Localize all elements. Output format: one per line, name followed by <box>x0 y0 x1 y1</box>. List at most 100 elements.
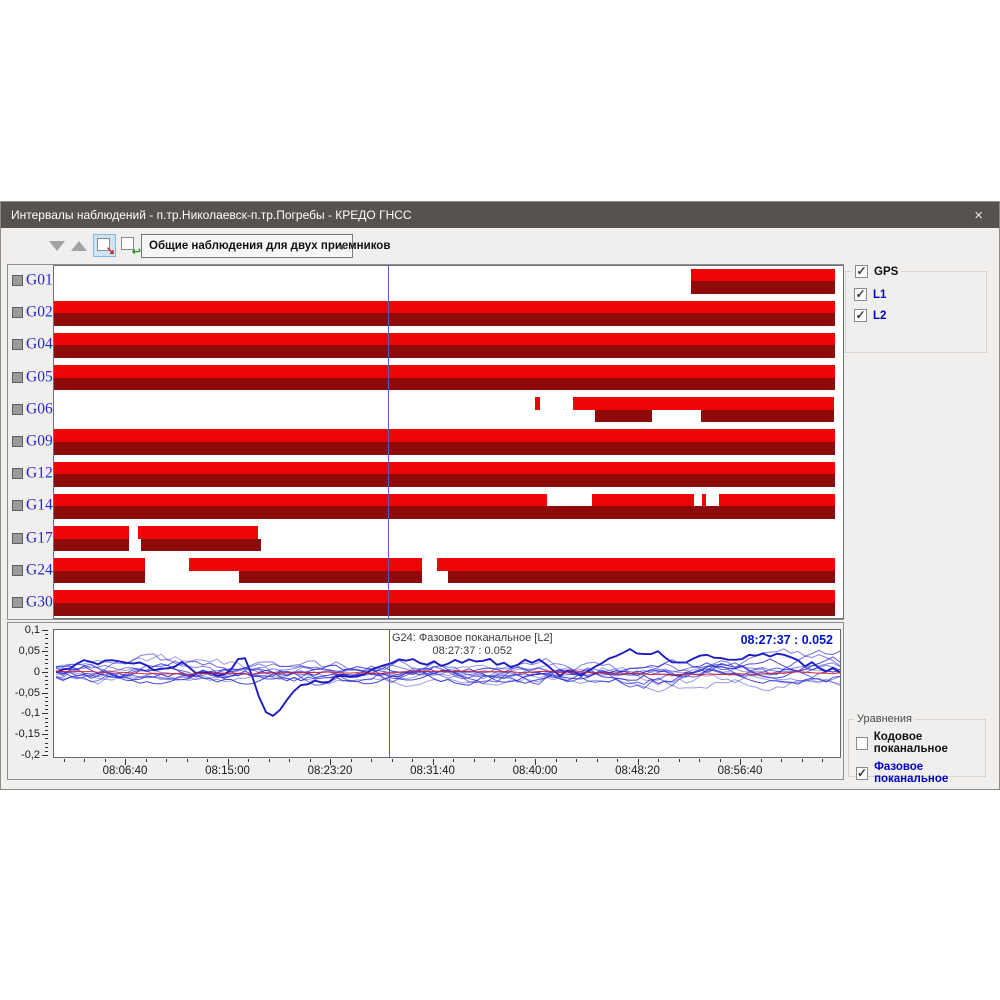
y-minor-tick <box>45 668 48 669</box>
y-minor-tick <box>45 743 48 744</box>
satellite-marker[interactable] <box>12 339 23 350</box>
observation-bar-l1 <box>691 269 836 282</box>
y-minor-tick <box>45 738 48 739</box>
observation-bar-l1 <box>54 526 129 539</box>
y-tick-label: -0,2 <box>21 749 40 761</box>
y-minor-tick <box>45 663 48 664</box>
observation-bar-l1 <box>535 397 540 410</box>
x-minor-tick <box>597 759 598 762</box>
gps-filter-panel: ✓ GPS ✓ L1 ✓ L2 <box>845 265 987 353</box>
satellite-row-G17[interactable]: G17 <box>8 523 843 555</box>
observation-bar-l2 <box>54 506 835 519</box>
x-minor-tick <box>351 759 352 762</box>
observation-bar-l1 <box>54 462 835 475</box>
close-icon[interactable]: × <box>968 206 989 225</box>
phase-channel-row: ✓ Фазовое поканальное <box>856 761 985 785</box>
x-axis-labels: 08:06:4008:15:0008:23:2008:31:4008:40:00… <box>53 765 841 779</box>
sort-up-icon[interactable] <box>71 241 87 251</box>
cursor-readout: 08:27:37 : 0.052 <box>741 633 833 647</box>
satellite-marker[interactable] <box>12 436 23 447</box>
y-minor-tick <box>45 672 48 673</box>
observations-mode-dropdown[interactable]: Общие наблюдения для двух приемников <box>141 234 353 258</box>
y-tick-label: 0 <box>34 666 40 678</box>
l2-checkbox[interactable]: ✓ <box>854 309 867 322</box>
y-minor-tick <box>45 684 48 685</box>
satellite-label: G05 <box>26 368 53 386</box>
satellite-row-G06[interactable]: G06 <box>8 394 843 426</box>
satellite-label: G04 <box>26 336 53 354</box>
satellite-row-G02[interactable]: G02 <box>8 297 843 329</box>
chevron-down-icon <box>338 245 346 250</box>
x-minor-tick <box>392 759 393 762</box>
x-tick-label: 08:56:40 <box>718 765 763 777</box>
y-minor-tick <box>45 718 48 719</box>
satellite-row-G14[interactable]: G14 <box>8 490 843 522</box>
x-minor-tick <box>494 759 495 762</box>
satellite-label: G02 <box>26 304 53 322</box>
sort-down-icon[interactable] <box>49 241 65 251</box>
satellite-row-G30[interactable]: G30 <box>8 587 843 619</box>
observation-bar-l1 <box>138 526 258 539</box>
x-minor-tick <box>720 759 721 762</box>
observation-bar-l2 <box>54 474 835 487</box>
satellite-marker[interactable] <box>12 372 23 383</box>
satellite-row-G24[interactable]: G24 <box>8 555 843 587</box>
satellite-bars <box>54 394 841 426</box>
select-interval-green-button[interactable]: ↩ <box>118 234 141 257</box>
code-channel-checkbox[interactable] <box>856 737 868 750</box>
l2-label: L2 <box>873 310 886 322</box>
l1-checkbox[interactable]: ✓ <box>854 288 867 301</box>
satellite-bars <box>54 490 841 522</box>
x-minor-tick <box>576 759 577 762</box>
green-arrow-icon: ↩ <box>132 245 141 258</box>
satellite-marker[interactable] <box>12 565 23 576</box>
satellite-marker[interactable] <box>12 533 23 544</box>
satellite-row-G09[interactable]: G09 <box>8 426 843 458</box>
y-minor-tick <box>45 680 48 681</box>
satellite-marker[interactable] <box>12 275 23 286</box>
observation-bar-l2 <box>54 571 145 584</box>
x-minor-tick <box>474 759 475 762</box>
intervals-chart-panel[interactable]: G01 G02 G04 G05 G06G09G12 G14 G17 G24 G30 <box>7 264 844 620</box>
gps-checkbox[interactable]: ✓ <box>855 265 868 278</box>
y-minor-tick <box>45 693 48 694</box>
y-minor-tick <box>45 747 48 748</box>
satellite-label: G24 <box>26 561 53 579</box>
observation-bar-l2 <box>54 442 835 455</box>
satellite-marker[interactable] <box>12 500 23 511</box>
satellite-bars <box>54 555 841 587</box>
observation-bar-l1 <box>54 590 835 603</box>
satellite-row-G01[interactable]: G01 <box>8 265 843 297</box>
y-minor-tick <box>45 651 48 652</box>
y-minor-tick <box>45 688 48 689</box>
satellite-marker[interactable] <box>12 307 23 318</box>
screenshot-page: Интервалы наблюдений - п.тр.Николаевск-п… <box>0 0 1000 1000</box>
observation-bar-l1 <box>592 494 694 507</box>
observation-bar-l1 <box>702 494 707 507</box>
gps-group-legend: ✓ GPS <box>852 265 901 278</box>
satellite-row-G05[interactable]: G05 <box>8 362 843 394</box>
l1-label: L1 <box>873 289 886 301</box>
x-minor-tick <box>822 759 823 762</box>
observation-bar-l2 <box>141 539 261 552</box>
phase-channel-checkbox[interactable]: ✓ <box>856 767 868 780</box>
satellite-row-G04[interactable]: G04 <box>8 329 843 361</box>
y-minor-tick <box>45 730 48 731</box>
satellite-row-G12[interactable]: G12 <box>8 458 843 490</box>
satellite-label: G14 <box>26 497 53 515</box>
select-interval-red-button[interactable]: ↘ <box>93 234 116 257</box>
y-minor-tick <box>45 659 48 660</box>
satellite-label: G01 <box>26 271 53 289</box>
annotation-channel: G24: Фазовое поканальное [L2] <box>392 632 553 645</box>
x-minor-tick <box>781 759 782 762</box>
x-minor-tick <box>146 759 147 762</box>
satellite-marker[interactable] <box>12 597 23 608</box>
satellite-bars <box>54 587 841 619</box>
residuals-chart-panel[interactable]: 0,10,050-0,05-0,1-0,15-0,2 G24: Фазовое … <box>7 622 844 780</box>
y-minor-tick <box>45 676 48 677</box>
satellite-bars <box>54 458 841 490</box>
satellite-marker[interactable] <box>12 404 23 415</box>
satellite-marker[interactable] <box>12 468 23 479</box>
time-cursor-line <box>389 630 390 757</box>
residuals-plot-area: G24: Фазовое поканальное [L2] 08:27:37 :… <box>53 629 841 758</box>
